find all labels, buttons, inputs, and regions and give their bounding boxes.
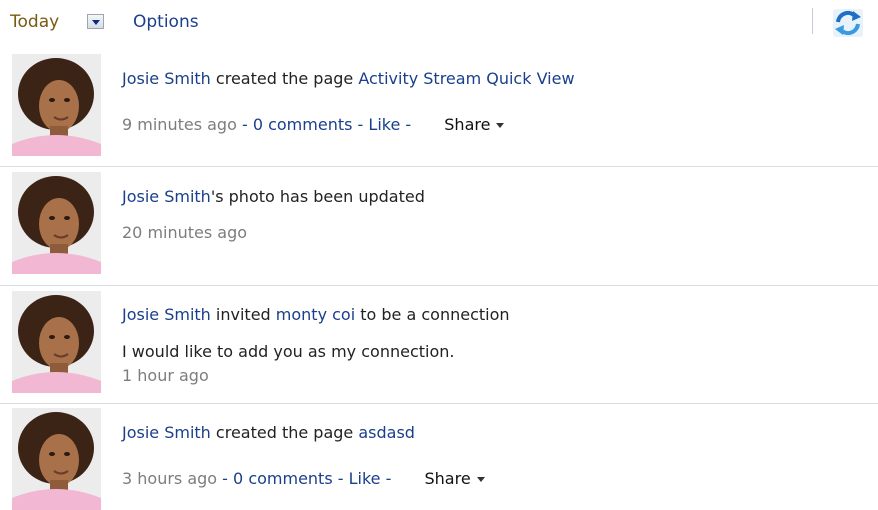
separator: -: [352, 115, 369, 134]
share-label: Share: [444, 115, 491, 134]
target-page-link[interactable]: Activity Stream Quick View: [358, 69, 574, 88]
activity-entry: Josie Smith created the page asdasd 3 ho…: [0, 403, 878, 510]
timestamp: 3 hours ago: [122, 469, 218, 488]
invitation-message: I would like to add you as my connection…: [122, 342, 455, 361]
invitee-link[interactable]: monty coi: [276, 305, 355, 324]
timestamp: 20 minutes ago: [122, 223, 248, 242]
separator: -: [217, 469, 234, 488]
refresh-icon[interactable]: [832, 8, 864, 38]
activity-entry: Josie Smith's photo has been updated 20 …: [0, 166, 878, 285]
actor-link[interactable]: Josie Smith: [122, 69, 211, 88]
like-link[interactable]: Like: [349, 469, 381, 488]
activity-toolbar: Today Options: [0, 0, 878, 46]
actor-link[interactable]: Josie Smith: [122, 423, 211, 442]
activity-meta: 20 minutes ago: [122, 223, 247, 242]
options-link[interactable]: Options: [133, 12, 199, 32]
caret-down-icon: [496, 123, 505, 128]
avatar[interactable]: [12, 291, 101, 393]
action-text: to be a connection: [355, 305, 510, 324]
date-filter-dropdown-button[interactable]: [87, 14, 104, 29]
action-text: invited: [210, 305, 276, 324]
avatar[interactable]: [12, 408, 101, 510]
date-filter-label: Today: [10, 12, 60, 32]
caret-down-icon: [476, 477, 485, 482]
separator: -: [380, 469, 397, 488]
activity-headline: Josie Smith created the page asdasd: [122, 423, 415, 442]
action-text: created the page: [210, 69, 359, 88]
activity-headline: Josie Smith created the page Activity St…: [122, 69, 575, 88]
activity-meta: 1 hour ago: [122, 366, 209, 385]
activity-meta: 9 minutes ago - 0 comments - Like - Shar…: [122, 115, 505, 134]
activity-meta: 3 hours ago - 0 comments - Like - Share: [122, 469, 485, 488]
timestamp: 9 minutes ago: [122, 115, 237, 134]
separator: -: [236, 115, 253, 134]
share-menu-button[interactable]: Share: [424, 469, 485, 488]
separator: -: [400, 115, 417, 134]
target-page-link[interactable]: asdasd: [358, 423, 415, 442]
avatar[interactable]: [12, 172, 101, 274]
comments-link[interactable]: 0 comments: [233, 469, 333, 488]
activity-headline: Josie Smith's photo has been updated: [122, 187, 425, 206]
share-menu-button[interactable]: Share: [444, 115, 505, 134]
avatar[interactable]: [12, 54, 101, 156]
like-link[interactable]: Like: [368, 115, 400, 134]
timestamp: 1 hour ago: [122, 366, 209, 385]
activity-entry: Josie Smith created the page Activity St…: [0, 50, 878, 165]
toolbar-divider: [812, 8, 813, 34]
action-text: created the page: [210, 423, 359, 442]
comments-link[interactable]: 0 comments: [253, 115, 353, 134]
activity-entry: Josie Smith invited monty coi to be a co…: [0, 285, 878, 403]
activity-headline: Josie Smith invited monty coi to be a co…: [122, 305, 510, 324]
share-label: Share: [424, 469, 471, 488]
separator: -: [332, 469, 349, 488]
action-text: 's photo has been updated: [210, 187, 425, 206]
actor-link[interactable]: Josie Smith: [122, 187, 211, 206]
actor-link[interactable]: Josie Smith: [122, 305, 211, 324]
